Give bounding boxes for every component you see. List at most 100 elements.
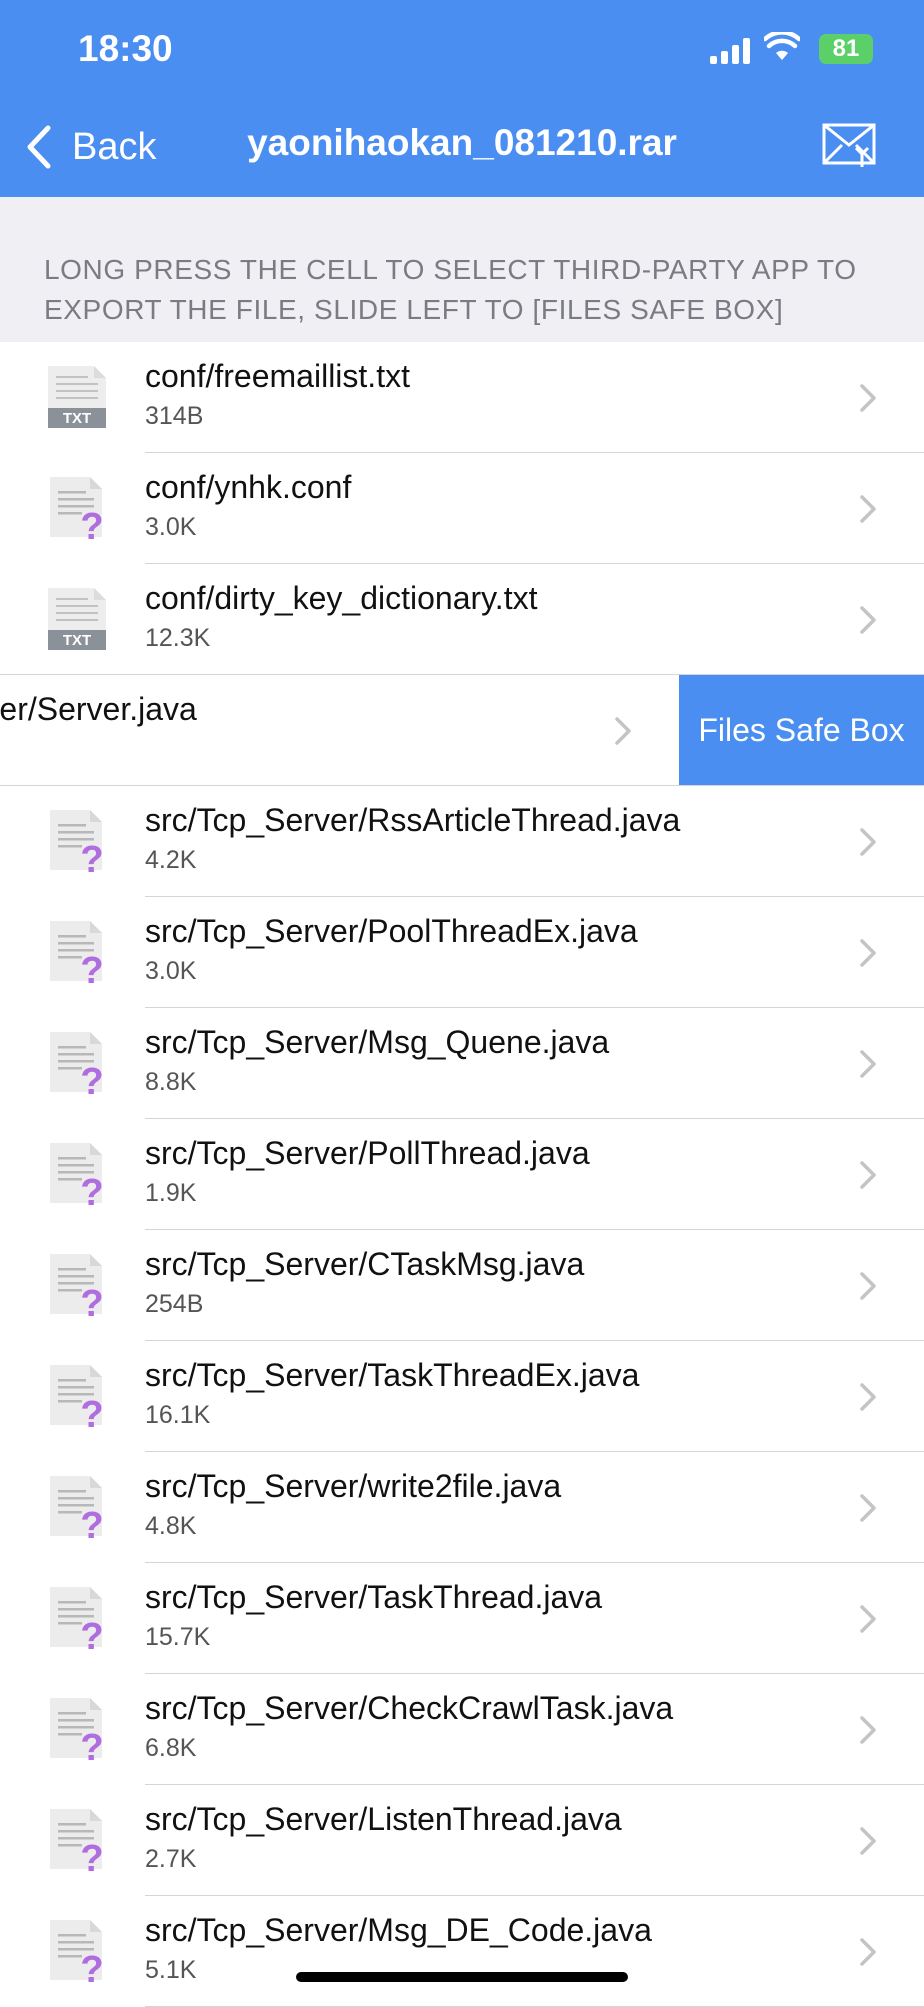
chevron-right-icon	[615, 717, 631, 745]
unknown-file-icon: ?	[50, 1365, 104, 1429]
chevron-right-icon	[860, 1050, 876, 1078]
status-time: 18:30	[78, 28, 173, 69]
file-size: 8.8K	[145, 1068, 197, 1096]
file-name: src/Tcp_Server/Msg_Quene.java	[145, 1024, 610, 1060]
unknown-file-icon: ?	[50, 810, 104, 874]
file-name: src/Tcp_Server/write2file.java	[145, 1468, 562, 1504]
back-button[interactable]: Back	[26, 117, 156, 177]
file-name: src/Tcp_Server/CheckCrawlTask.java	[145, 1690, 674, 1726]
svg-text:?: ?	[80, 506, 103, 541]
chevron-right-icon	[860, 606, 876, 634]
file-size: 12.3K	[145, 624, 211, 652]
chevron-right-icon	[860, 1938, 876, 1966]
chevron-right-icon	[860, 1716, 876, 1744]
file-size: 5.1K	[145, 1956, 197, 1984]
chevron-right-icon	[860, 1272, 876, 1300]
file-list: TXT conf/freemaillist.txt 314B ? conf/yn…	[0, 342, 924, 2007]
file-name: conf/ynhk.conf	[145, 469, 352, 505]
svg-text:?: ?	[80, 1505, 103, 1540]
file-size: 1.9K	[145, 1179, 197, 1207]
file-row[interactable]: ? src/Tcp_Server/Msg_DE_Code.java 5.1K	[0, 1896, 924, 2007]
svg-text:?: ?	[80, 1061, 103, 1096]
file-row[interactable]: ? conf/ynhk.conf 3.0K	[0, 453, 924, 564]
file-size: 15.7K	[145, 1623, 211, 1651]
file-row[interactable]: ? src/Tcp_Server/ListenThread.java 2.7K	[0, 1785, 924, 1896]
svg-text:TXT: TXT	[63, 632, 91, 649]
chevron-left-icon	[27, 125, 51, 169]
svg-text:?: ?	[80, 1172, 103, 1207]
file-size: 16.1K	[145, 1401, 211, 1429]
chevron-right-icon	[860, 1494, 876, 1522]
file-size: 3.0K	[145, 513, 197, 541]
file-name: src/Tcp_Server/TaskThreadEx.java	[145, 1357, 640, 1393]
unknown-file-icon: ?	[50, 1476, 104, 1540]
unknown-file-icon: ?	[50, 1254, 104, 1318]
battery-icon: 81	[819, 34, 873, 64]
chevron-right-icon	[860, 939, 876, 967]
file-name: src/Tcp_Server/ListenThread.java	[145, 1801, 622, 1837]
unknown-file-icon: ?	[50, 1143, 104, 1207]
file-size: 4.2K	[145, 846, 197, 874]
files-safe-box-button[interactable]: Files Safe Box	[679, 675, 924, 786]
file-size: 4.8K	[145, 1512, 197, 1540]
chevron-right-icon	[860, 828, 876, 856]
chevron-right-icon	[860, 495, 876, 523]
unknown-file-icon: ?	[50, 1920, 104, 1984]
home-indicator	[296, 1972, 628, 1982]
unknown-file-icon: ?	[50, 1032, 104, 1096]
file-row[interactable]: ? src/Tcp_Server/TaskThreadEx.java 16.1K	[0, 1341, 924, 1452]
file-row-swiped[interactable]: p_Server/Server.java Files Safe Box	[0, 675, 924, 786]
file-name: src/Tcp_Server/RssArticleThread.java	[145, 802, 681, 838]
unknown-file-icon: ?	[50, 921, 104, 985]
file-row[interactable]: ? src/Tcp_Server/TaskThread.java 15.7K	[0, 1563, 924, 1674]
chevron-right-icon	[860, 384, 876, 412]
svg-text:?: ?	[80, 1616, 103, 1651]
unknown-file-icon: ?	[50, 477, 104, 541]
file-row[interactable]: ? src/Tcp_Server/Msg_Quene.java 8.8K	[0, 1008, 924, 1119]
hint-area: LONG PRESS THE CELL TO SELECT THIRD-PART…	[0, 197, 924, 343]
file-row[interactable]: ? src/Tcp_Server/CheckCrawlTask.java 6.8…	[0, 1674, 924, 1785]
file-size: 314B	[145, 402, 204, 430]
svg-text:?: ?	[80, 1394, 103, 1429]
file-row[interactable]: ? src/Tcp_Server/PollThread.java 1.9K	[0, 1119, 924, 1230]
file-size: 3.0K	[145, 957, 197, 985]
unknown-file-icon: ?	[50, 1698, 104, 1762]
svg-text:?: ?	[80, 1949, 103, 1984]
unknown-file-icon: ?	[50, 1809, 104, 1873]
file-row[interactable]: ? src/Tcp_Server/PoolThreadEx.java 3.0K	[0, 897, 924, 1008]
file-row[interactable]: ? src/Tcp_Server/write2file.java 4.8K	[0, 1452, 924, 1563]
file-name: src/Tcp_Server/PollThread.java	[145, 1135, 590, 1171]
page-title: yaonihaokan_081210.rar	[247, 122, 677, 163]
mail-export-icon[interactable]	[822, 123, 878, 169]
svg-text:?: ?	[80, 1283, 103, 1318]
file-row[interactable]: ? src/Tcp_Server/CTaskMsg.java 254B	[0, 1230, 924, 1341]
file-name: src/Tcp_Server/CTaskMsg.java	[145, 1246, 585, 1282]
chevron-right-icon	[860, 1383, 876, 1411]
txt-file-icon: TXT	[48, 588, 106, 650]
cellular-signal-icon	[710, 38, 752, 64]
battery-level: 81	[832, 35, 860, 62]
file-row[interactable]: TXT conf/freemaillist.txt 314B	[0, 342, 924, 453]
wifi-icon	[764, 32, 800, 60]
header: 18:30 81 Back yaonihaokan_081210.rar	[0, 0, 924, 197]
file-name: src/Tcp_Server/TaskThread.java	[145, 1579, 603, 1615]
svg-text:?: ?	[80, 1727, 103, 1762]
file-size: 2.7K	[145, 1845, 197, 1873]
file-name: conf/dirty_key_dictionary.txt	[145, 580, 538, 616]
file-name: conf/freemaillist.txt	[145, 358, 410, 394]
file-row[interactable]: ? src/Tcp_Server/RssArticleThread.java 4…	[0, 786, 924, 897]
chevron-right-icon	[860, 1827, 876, 1855]
file-row[interactable]: TXT conf/dirty_key_dictionary.txt 12.3K	[0, 564, 924, 675]
chevron-right-icon	[860, 1605, 876, 1633]
file-name: src/Tcp_Server/Msg_DE_Code.java	[145, 1912, 652, 1948]
svg-text:TXT: TXT	[63, 410, 91, 427]
svg-text:?: ?	[80, 839, 103, 874]
file-size: 254B	[145, 1290, 204, 1318]
svg-text:?: ?	[80, 1838, 103, 1873]
unknown-file-icon: ?	[50, 1587, 104, 1651]
file-size: 6.8K	[145, 1734, 197, 1762]
file-name: p_Server/Server.java	[0, 691, 197, 727]
chevron-right-icon	[860, 1161, 876, 1189]
svg-text:?: ?	[80, 950, 103, 985]
file-name: src/Tcp_Server/PoolThreadEx.java	[145, 913, 638, 949]
